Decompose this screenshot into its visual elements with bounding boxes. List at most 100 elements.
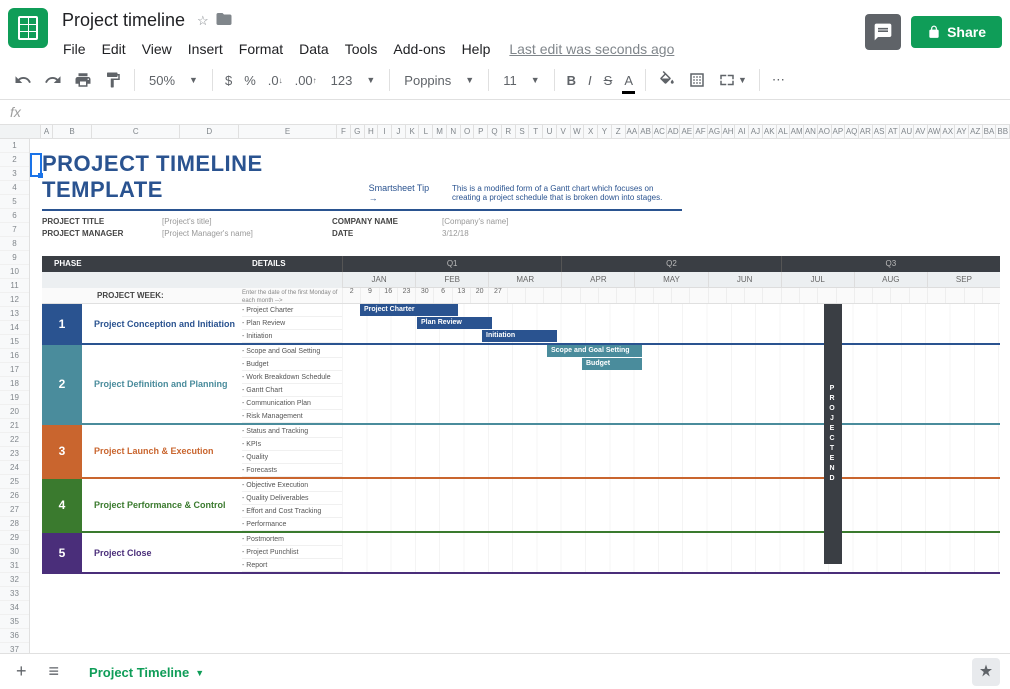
row-header[interactable]: 27 — [0, 503, 29, 517]
col-header[interactable]: T — [529, 125, 543, 138]
col-header[interactable]: R — [502, 125, 516, 138]
col-header[interactable]: B — [53, 125, 92, 138]
col-header[interactable]: BA — [983, 125, 997, 138]
col-header[interactable]: AZ — [969, 125, 983, 138]
col-header[interactable]: L — [419, 125, 433, 138]
row-header[interactable]: 28 — [0, 517, 29, 531]
row-header[interactable]: 8 — [0, 237, 29, 251]
col-header[interactable]: AF — [694, 125, 708, 138]
col-header[interactable]: AK — [763, 125, 777, 138]
paint-format-button[interactable] — [100, 67, 126, 93]
col-header[interactable]: AW — [928, 125, 942, 138]
column-headers[interactable]: ABCDEFGHIJKLMNOPQRSTUVWXYZAAABACADAEAFAG… — [0, 125, 1010, 139]
row-header[interactable]: 22 — [0, 433, 29, 447]
col-header[interactable]: C — [92, 125, 180, 138]
gantt-bar[interactable]: Initiation — [482, 330, 557, 342]
col-header[interactable]: E — [239, 125, 337, 138]
row-header[interactable]: 10 — [0, 265, 29, 279]
star-icon[interactable]: ☆ — [197, 13, 209, 29]
col-header[interactable]: AC — [653, 125, 667, 138]
gantt-bar[interactable]: Project Charter — [360, 304, 458, 316]
col-header[interactable]: AE — [680, 125, 694, 138]
col-header[interactable]: V — [557, 125, 571, 138]
col-header[interactable]: S — [516, 125, 530, 138]
col-header[interactable]: A — [41, 125, 53, 138]
formula-input[interactable] — [40, 102, 1000, 122]
format-percent-button[interactable]: % — [240, 69, 260, 92]
menu-format[interactable]: Format — [232, 37, 290, 61]
row-header[interactable]: 31 — [0, 559, 29, 573]
col-header[interactable]: AB — [639, 125, 653, 138]
col-header[interactable]: N — [447, 125, 461, 138]
row-header[interactable]: 14 — [0, 321, 29, 335]
spreadsheet-grid[interactable]: PROJECT TIMELINE TEMPLATE Smartsheet Tip… — [30, 139, 1010, 653]
number-format-dropdown[interactable]: 123▼ — [325, 71, 382, 90]
row-header[interactable]: 2 — [0, 153, 29, 167]
col-header[interactable]: Y — [598, 125, 612, 138]
italic-button[interactable]: I — [584, 69, 596, 92]
sheets-logo[interactable] — [8, 8, 48, 48]
row-header[interactable]: 33 — [0, 587, 29, 601]
col-header[interactable]: AU — [900, 125, 914, 138]
col-header[interactable]: AG — [708, 125, 722, 138]
row-header[interactable]: 23 — [0, 447, 29, 461]
row-header[interactable]: 7 — [0, 223, 29, 237]
menu-addons[interactable]: Add-ons — [386, 37, 452, 61]
row-header[interactable]: 34 — [0, 601, 29, 615]
merge-button[interactable]: ▼ — [714, 67, 751, 93]
row-header[interactable]: 36 — [0, 629, 29, 643]
col-header[interactable]: AJ — [749, 125, 763, 138]
row-header[interactable]: 37 — [0, 643, 29, 653]
col-header[interactable]: X — [584, 125, 598, 138]
row-header[interactable]: 6 — [0, 209, 29, 223]
menu-file[interactable]: File — [56, 37, 93, 61]
menu-help[interactable]: Help — [455, 37, 498, 61]
format-currency-button[interactable]: $ — [221, 69, 236, 92]
col-header[interactable]: AO — [818, 125, 832, 138]
col-header[interactable]: AL — [777, 125, 791, 138]
col-header[interactable]: I — [378, 125, 392, 138]
col-header[interactable]: AN — [804, 125, 818, 138]
row-header[interactable]: 21 — [0, 419, 29, 433]
row-header[interactable]: 15 — [0, 335, 29, 349]
menu-edit[interactable]: Edit — [95, 37, 133, 61]
menu-view[interactable]: View — [135, 37, 179, 61]
font-dropdown[interactable]: Poppins▼ — [398, 71, 480, 90]
col-header[interactable]: AD — [667, 125, 681, 138]
col-header[interactable]: K — [406, 125, 420, 138]
fontsize-dropdown[interactable]: 11▼ — [497, 71, 545, 90]
col-header[interactable]: G — [351, 125, 365, 138]
row-header[interactable]: 29 — [0, 531, 29, 545]
col-header[interactable]: BB — [996, 125, 1010, 138]
col-header[interactable]: Z — [612, 125, 626, 138]
col-header[interactable]: H — [365, 125, 379, 138]
select-all-corner[interactable] — [0, 125, 41, 138]
row-header[interactable]: 24 — [0, 461, 29, 475]
row-headers[interactable]: 1234567891011121314151617181920212223242… — [0, 139, 30, 653]
row-header[interactable]: 4 — [0, 181, 29, 195]
col-header[interactable]: AM — [790, 125, 804, 138]
col-header[interactable]: AT — [886, 125, 900, 138]
row-header[interactable]: 26 — [0, 489, 29, 503]
col-header[interactable]: M — [433, 125, 447, 138]
col-header[interactable]: J — [392, 125, 406, 138]
more-toolbar-button[interactable]: ⋯ — [768, 68, 789, 92]
menu-insert[interactable]: Insert — [181, 37, 230, 61]
decrease-decimal-button[interactable]: .0↓ — [264, 69, 287, 92]
gantt-bar[interactable]: Plan Review — [417, 317, 492, 329]
col-header[interactable]: AY — [955, 125, 969, 138]
comments-button[interactable] — [865, 14, 901, 50]
row-header[interactable]: 5 — [0, 195, 29, 209]
gantt-bar[interactable]: Scope and Goal Setting — [547, 345, 642, 357]
document-title[interactable]: Project timeline — [56, 8, 191, 33]
col-header[interactable]: AR — [859, 125, 873, 138]
borders-button[interactable] — [684, 67, 710, 93]
meta-company-value[interactable]: [Company's name] — [442, 217, 592, 226]
last-edit-link[interactable]: Last edit was seconds ago — [499, 37, 681, 61]
redo-button[interactable] — [40, 67, 66, 93]
col-header[interactable]: AS — [873, 125, 887, 138]
meta-manager-value[interactable]: [Project Manager's name] — [162, 229, 332, 238]
row-header[interactable]: 12 — [0, 293, 29, 307]
text-color-button[interactable]: A — [620, 69, 637, 92]
add-sheet-button[interactable]: + — [10, 655, 33, 688]
